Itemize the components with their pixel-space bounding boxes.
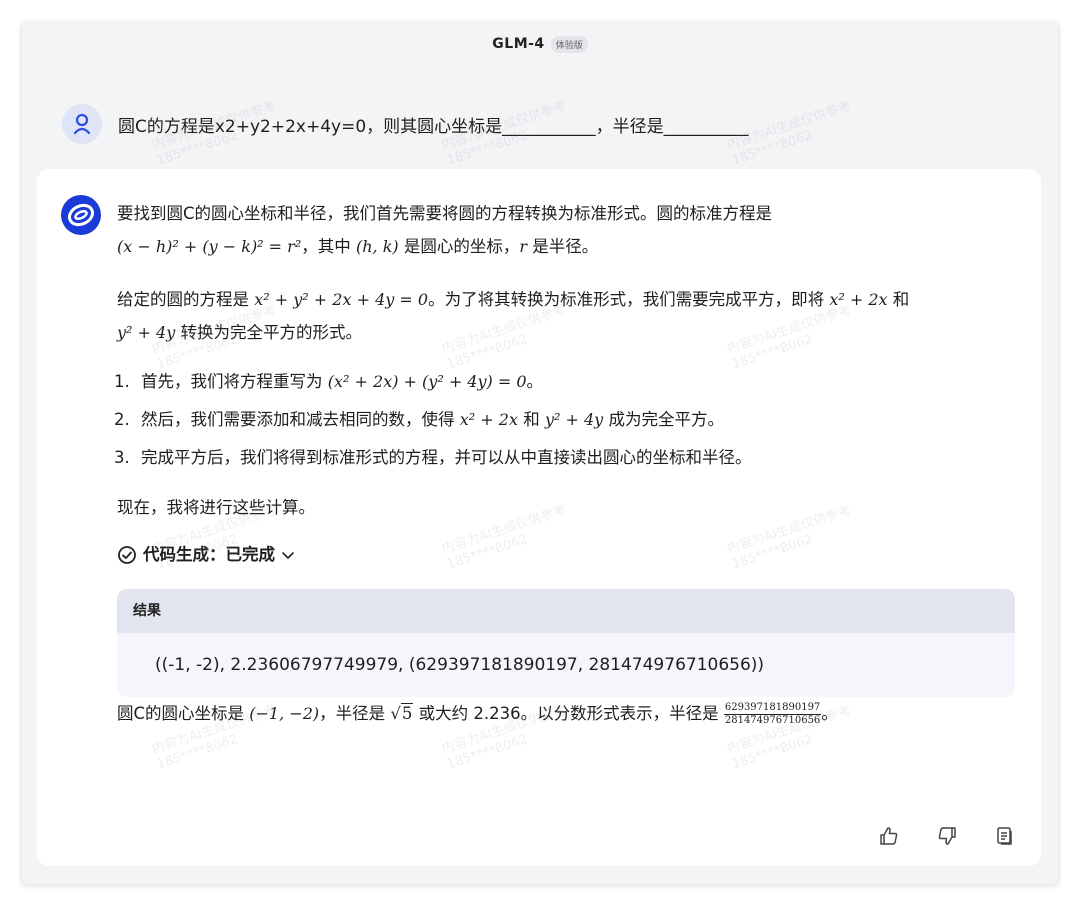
result-box: 结果 ((-1, -2), 2.23606797749979, (6293971…	[117, 589, 1015, 697]
math-standard-form: (x − h)² + (y − k)² = r²	[117, 237, 302, 256]
math-fraction: 629397181890197 281474976710656	[723, 702, 822, 726]
list-item: 然后，我们需要添加和减去相同的数，使得 x² + 2x 和 y² + 4y 成为…	[135, 401, 1017, 439]
text: 转换为完全平方的形式。	[180, 323, 363, 342]
code-status-toggle[interactable]: 代码生成：已完成	[117, 538, 1017, 571]
user-icon	[73, 113, 91, 135]
version-badge: 体验版	[550, 35, 588, 53]
glm-logo-icon	[67, 203, 95, 227]
math-r: r	[519, 237, 528, 256]
message-actions	[877, 824, 1017, 848]
top-bar: GLM-4 体验版	[22, 22, 1058, 66]
paragraph-now: 现在，我将进行这些计算。	[117, 498, 315, 517]
text: 是圆心的坐标，	[403, 237, 520, 256]
paragraph-given: 给定的圆的方程是 x² + y² + 2x + 4y = 0。为了将其转换为标准…	[117, 283, 1017, 349]
paragraph-intro: 要找到圆C的圆心坐标和半径，我们首先需要将圆的方程转换为标准形式。圆的标准方程是…	[117, 197, 1017, 263]
math-center: (−1, −2)	[249, 704, 320, 723]
chevron-down-icon	[282, 551, 294, 559]
thumbs-down-icon	[938, 827, 956, 845]
math-sqrt: √5	[390, 703, 414, 723]
code-status-label: 代码生成：已完成	[143, 545, 275, 564]
text: 和	[892, 290, 910, 309]
text: 。为了将其转换为标准形式，我们需要完成平方，即将	[428, 290, 825, 309]
bot-avatar	[61, 195, 101, 235]
dislike-button[interactable]	[935, 824, 959, 848]
math-x-term: x² + 2x	[829, 290, 888, 309]
user-message: 圆C的方程是x2+y2+2x+4y=0，则其圆心坐标是___________，半…	[118, 116, 749, 137]
math-y-term: y² + 4y	[117, 323, 176, 342]
user-message-row: 圆C的方程是x2+y2+2x+4y=0，则其圆心坐标是___________，半…	[62, 104, 1022, 144]
answer-content: 要找到圆C的圆心坐标和半径，我们首先需要将圆的方程转换为标准形式。圆的标准方程是…	[117, 197, 1017, 730]
result-label: 结果	[117, 589, 1015, 633]
text: 是半径。	[532, 237, 599, 256]
paragraph-final: 圆C的圆心坐标是 (−1, −2)，半径是 √5 或大约 2.236。以分数形式…	[117, 702, 838, 726]
list-item: 首先，我们将方程重写为 (x² + 2x) + (y² + 4y) = 0。	[135, 363, 1017, 401]
list-item: 完成平方后，我们将得到标准形式的方程，并可以从中直接读出圆心的坐标和半径。	[135, 439, 1017, 477]
text: ，其中	[301, 237, 351, 256]
chat-window: GLM-4 体验版 圆C的方程是x2+y2+2x+4y=0，则其圆心坐标是___…	[22, 22, 1058, 884]
copy-icon	[997, 827, 1012, 845]
text: 给定的圆的方程是	[117, 290, 249, 309]
answer-card: 要找到圆C的圆心坐标和半径，我们首先需要将圆的方程转换为标准形式。圆的标准方程是…	[37, 169, 1041, 866]
steps-list: 首先，我们将方程重写为 (x² + 2x) + (y² + 4y) = 0。 然…	[117, 363, 1017, 477]
copy-button[interactable]	[993, 824, 1017, 848]
text: 要找到圆C的圆心坐标和半径，我们首先需要将圆的方程转换为标准形式。圆的标准方程是	[117, 204, 773, 223]
math-equation: x² + y² + 2x + 4y = 0	[254, 290, 429, 309]
math-hk: (h, k)	[355, 237, 399, 256]
like-button[interactable]	[877, 824, 901, 848]
check-circle-icon	[118, 545, 136, 564]
avatar	[62, 104, 102, 144]
result-value: ((-1, -2), 2.23606797749979, (6293971818…	[155, 654, 765, 675]
app-title: GLM-4	[492, 36, 545, 52]
thumbs-up-icon	[880, 827, 898, 845]
